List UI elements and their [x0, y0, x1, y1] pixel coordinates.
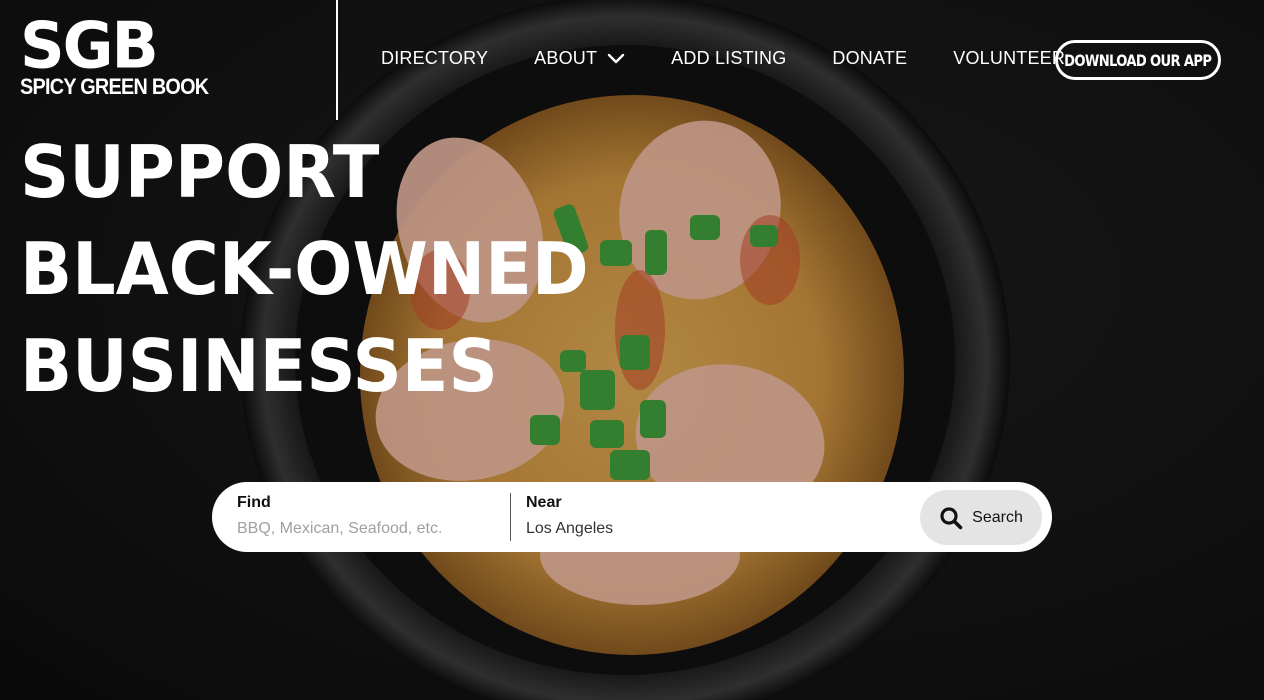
nav-add-listing[interactable]: ADD LISTING: [671, 48, 786, 69]
find-input[interactable]: [237, 520, 507, 538]
logo-monogram: SGB: [20, 7, 159, 84]
nav-about[interactable]: ABOUT: [534, 48, 625, 69]
nav-donate[interactable]: DONATE: [832, 48, 907, 69]
nav-add-listing-label: ADD LISTING: [671, 48, 787, 68]
near-input[interactable]: [526, 520, 906, 538]
near-field: Near: [526, 482, 906, 552]
search-icon: [940, 506, 963, 529]
download-app-label: DOWNLOAD OUR APP: [1064, 50, 1212, 70]
nav-about-label: ABOUT: [534, 48, 598, 68]
main-nav: DIRECTORY ABOUT ADD LISTING DONATE VOLUN…: [381, 48, 1065, 69]
near-label: Near: [526, 494, 562, 511]
nav-volunteer-label: VOLUNTEER: [953, 48, 1066, 68]
nav-donate-label: DONATE: [832, 48, 908, 68]
nav-volunteer[interactable]: VOLUNTEER: [953, 48, 1065, 69]
find-label: Find: [237, 494, 271, 511]
header-divider: [336, 0, 338, 120]
hero-headline: SUPPORT BLACK-OWNED BUSINESSES: [20, 124, 619, 415]
site-logo[interactable]: SGB SPICY GREEN BOOK: [20, 7, 209, 100]
headline-line-1: SUPPORT: [20, 130, 380, 214]
search-button-label: Search: [972, 508, 1023, 526]
search-bar: Find Near Search: [212, 482, 1052, 552]
nav-directory[interactable]: DIRECTORY: [381, 48, 488, 69]
logo-wordmark: SPICY GREEN BOOK: [20, 74, 209, 99]
chevron-down-icon: [607, 53, 625, 63]
search-separator: [510, 493, 511, 541]
nav-directory-label: DIRECTORY: [381, 48, 489, 68]
headline-line-2: BLACK-OWNED: [20, 227, 589, 311]
download-app-button[interactable]: DOWNLOAD OUR APP: [1055, 40, 1221, 80]
find-field: Find: [237, 482, 507, 552]
headline-line-3: BUSINESSES: [20, 324, 498, 408]
search-button[interactable]: Search: [920, 490, 1042, 545]
